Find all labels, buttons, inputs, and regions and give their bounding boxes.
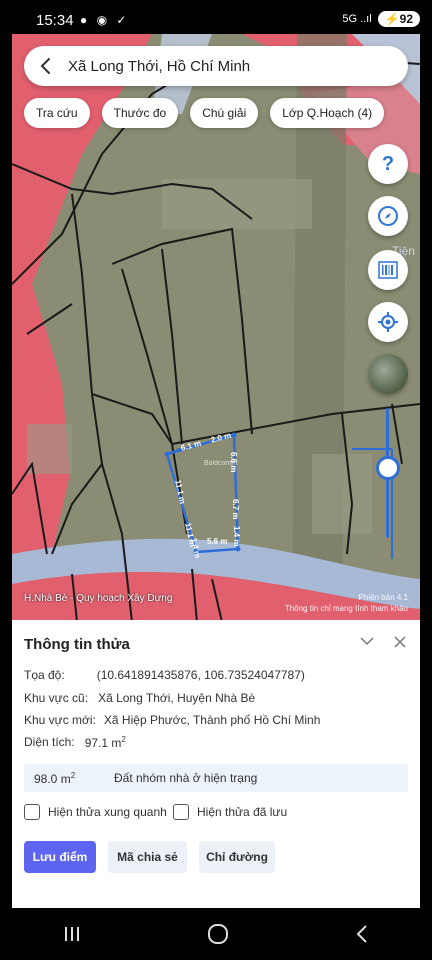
my-location-button[interactable] bbox=[368, 302, 408, 342]
back-button[interactable] bbox=[24, 46, 68, 86]
chip-legend[interactable]: Chú giải bbox=[190, 98, 259, 128]
location-text: Xã Long Thới, Hồ Chí Minh bbox=[68, 57, 251, 75]
help-button[interactable]: ? bbox=[368, 144, 408, 184]
sheet-title: Thông tin thửa bbox=[24, 636, 130, 653]
compass-icon bbox=[378, 206, 398, 226]
checkbox-label: Hiện thửa xung quanh bbox=[48, 805, 167, 819]
chevron-down-icon bbox=[360, 637, 374, 646]
clock: 15:34 bbox=[36, 12, 74, 29]
show-saved-checkbox[interactable]: Hiện thửa đã lưu bbox=[173, 804, 287, 820]
old-area-label: Khu vực cũ: bbox=[24, 691, 89, 705]
home-icon[interactable] bbox=[207, 923, 229, 945]
barcode-icon bbox=[378, 261, 398, 279]
directions-button[interactable]: Chỉ đường bbox=[199, 841, 275, 873]
coords-value: (10.641891435876, 106.73524047787) bbox=[96, 668, 305, 682]
map-view[interactable]: 6.1 m 2.0 m 6.6 m 11.1 m 6.7 m 1.4 m 11.… bbox=[12, 34, 420, 622]
old-area-value: Xã Long Thới, Huyện Nhà Bè bbox=[98, 691, 256, 705]
watermark: Boldcomm bbox=[204, 460, 238, 467]
new-area-value: Xã Hiệp Phước, Thành phố Hồ Chí Minh bbox=[103, 713, 321, 727]
chip-planning-layers[interactable]: Lớp Q.Hoạch (4) bbox=[270, 98, 385, 128]
old-area-row: Khu vực cũ: Xã Long Thới, Huyện Nhà Bè bbox=[24, 691, 255, 705]
checkbox-label: Hiện thửa đã lưu bbox=[197, 805, 288, 819]
plot-type: Đất nhóm nhà ở hiện trạng bbox=[114, 771, 258, 785]
crosshair-icon bbox=[378, 312, 398, 332]
signal-icon: 5G ..ıl bbox=[342, 13, 372, 25]
save-point-button[interactable]: Lưu điểm bbox=[24, 841, 96, 873]
disclaimer-text: Thông tin chỉ mang tính tham khảo bbox=[284, 604, 408, 613]
coords-row: Tọa độ: (10.641891435876, 106.7352404778… bbox=[24, 668, 305, 682]
show-surrounding-checkbox[interactable]: Hiện thửa xung quanh bbox=[24, 804, 167, 820]
help-icon: ? bbox=[381, 152, 395, 175]
close-button[interactable] bbox=[394, 632, 406, 653]
dim-label: 5.6 m bbox=[207, 537, 228, 546]
version-label: Phiên bản 4.1 bbox=[358, 593, 408, 602]
coords-label: Tọa độ: bbox=[24, 668, 65, 682]
barcode-button[interactable] bbox=[368, 250, 408, 290]
status-bar: 15:34 ● ◉ ✓ 5G ..ıl ⚡92 bbox=[0, 0, 432, 36]
recent-apps-icon[interactable] bbox=[62, 925, 82, 943]
chip-measure[interactable]: Thước đo bbox=[101, 98, 179, 128]
parcel-info-sheet: Thông tin thửa Tọa độ: (10.641891435876,… bbox=[12, 620, 420, 908]
map-source-label: H.Nhà Bè - Quy hoạch Xây Dựng bbox=[24, 593, 173, 604]
arrow-left-icon bbox=[40, 58, 50, 74]
plot-summary: 98.0 m2 Đất nhóm nhà ở hiện trạng bbox=[24, 764, 408, 792]
compass-button[interactable] bbox=[368, 196, 408, 236]
size-row: Diện tích: 97.1 m2 bbox=[24, 735, 126, 750]
share-code-button[interactable]: Mã chia sẻ bbox=[108, 841, 187, 873]
checkbox-box[interactable] bbox=[24, 804, 40, 820]
dim-label: 1.4 m bbox=[232, 526, 241, 547]
size-label: Diện tích: bbox=[24, 735, 75, 749]
size-value: 97.1 m2 bbox=[84, 735, 126, 750]
status-right: 5G ..ıl ⚡92 bbox=[342, 11, 420, 27]
zoom-slider-knob[interactable] bbox=[376, 455, 400, 480]
satellite-layer-button[interactable] bbox=[368, 354, 408, 394]
toolbar-chips: Tra cứu Thước đo Chú giải Lớp Q.Hoạch (4… bbox=[24, 98, 385, 128]
notification-icons: ● ◉ ✓ bbox=[80, 13, 130, 27]
checkbox-box[interactable] bbox=[173, 804, 189, 820]
dim-label: 6.7 m bbox=[231, 499, 240, 520]
battery-indicator: ⚡92 bbox=[377, 11, 420, 27]
close-icon bbox=[394, 636, 406, 648]
new-area-row: Khu vực mới: Xã Hiệp Phước, Thành phố Hồ… bbox=[24, 713, 320, 727]
collapse-button[interactable] bbox=[360, 633, 374, 651]
map-disclaimer: Phiên bản 4.1 Thông tin chỉ mang tính th… bbox=[285, 592, 408, 614]
new-area-label: Khu vực mới: bbox=[24, 713, 96, 727]
plot-area: 98.0 m2 bbox=[34, 770, 76, 786]
system-nav-bar bbox=[0, 908, 432, 960]
location-search-bar[interactable]: Xã Long Thới, Hồ Chí Minh bbox=[24, 46, 408, 86]
back-nav-icon[interactable] bbox=[354, 924, 370, 944]
chip-lookup[interactable]: Tra cứu bbox=[24, 98, 90, 128]
